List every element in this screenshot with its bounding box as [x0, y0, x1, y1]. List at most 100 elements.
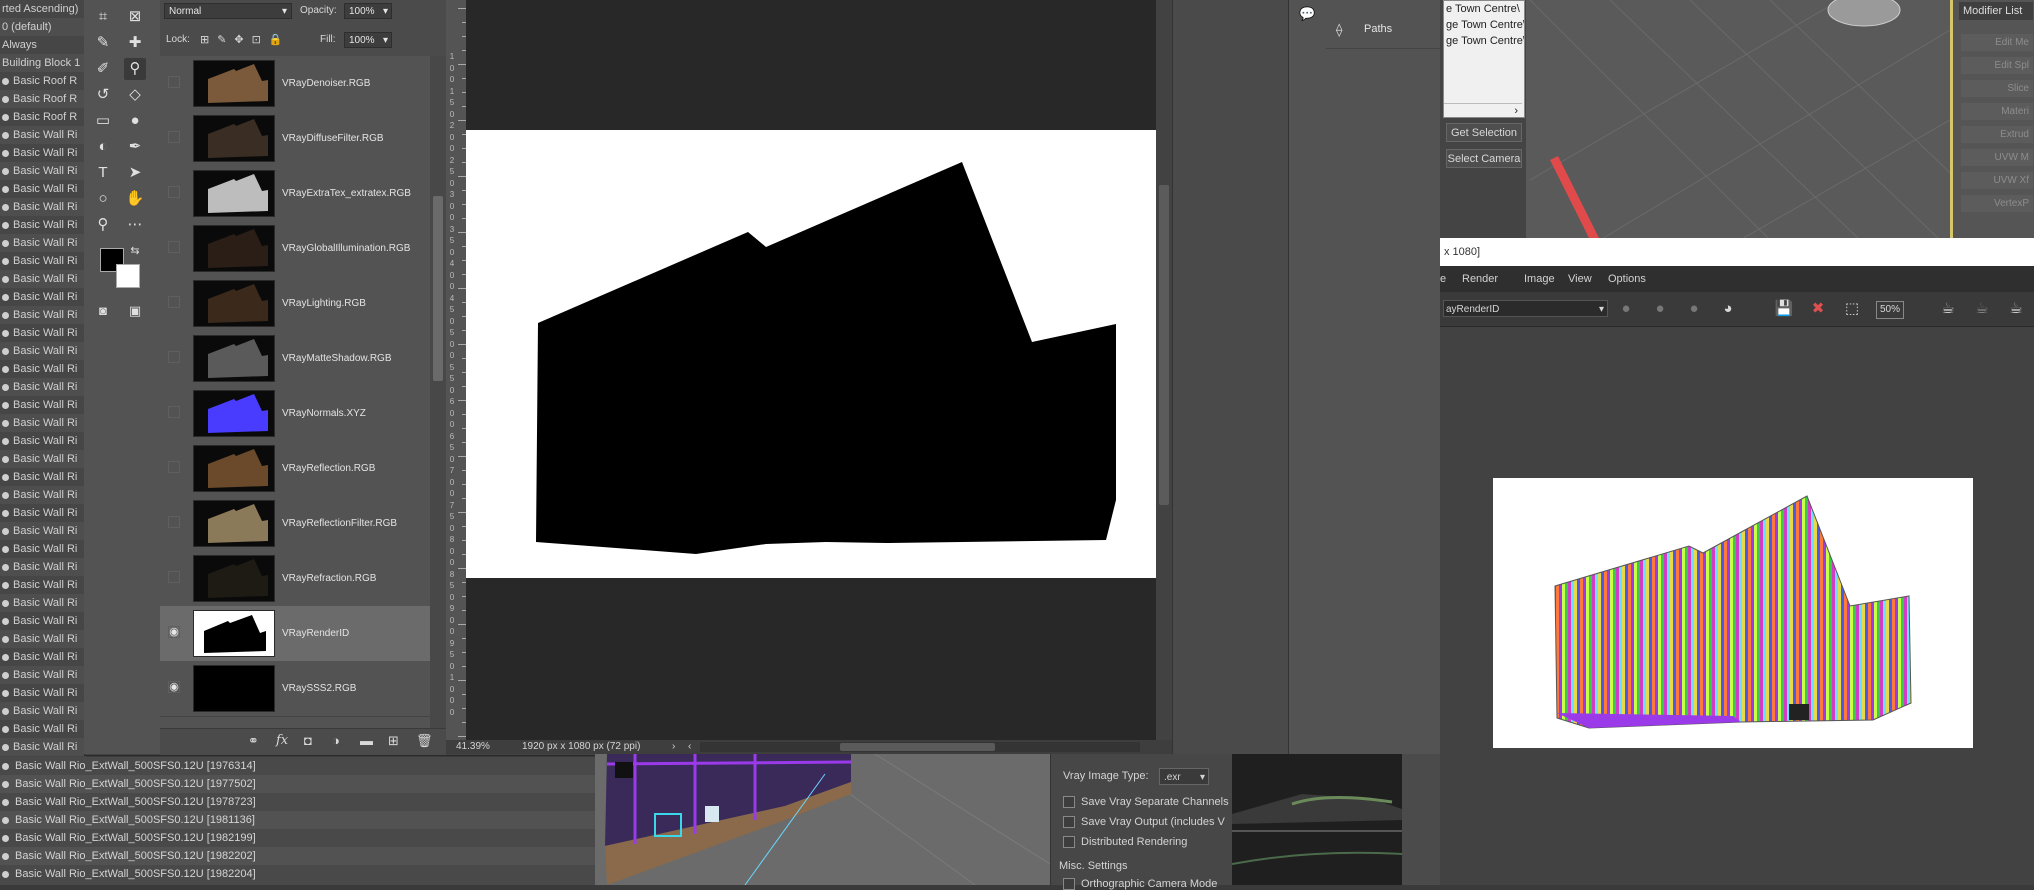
visibility-dot-icon[interactable]: [2, 852, 9, 860]
layer-row[interactable]: VRayReflection.RGB: [160, 441, 430, 497]
new-group-icon[interactable]: ▬: [360, 733, 373, 748]
visibility-dot-icon[interactable]: [2, 437, 9, 445]
zoom-readout[interactable]: 50%: [1876, 301, 1904, 319]
scene-explorer-row[interactable]: Basic Wall Ri: [0, 198, 86, 216]
vfb-render-image[interactable]: [1493, 478, 1973, 748]
brush-icon[interactable]: ✐: [92, 58, 114, 80]
scene-explorer-row[interactable]: Basic Wall Ri: [0, 234, 86, 252]
layer-row[interactable]: VRayMatteShadow.RGB: [160, 331, 430, 387]
scene-explorer-row[interactable]: Basic Wall Ri: [0, 540, 86, 558]
zoom-level[interactable]: 41.39%: [456, 740, 490, 754]
canvas-horizontal-scrollbar[interactable]: [700, 742, 1140, 752]
visibility-dot-icon[interactable]: [2, 113, 9, 121]
visibility-dot-icon[interactable]: [2, 689, 9, 697]
get-selection-button[interactable]: Get Selection: [1446, 123, 1522, 142]
chevron-left-icon[interactable]: ‹: [688, 740, 691, 754]
modifier-button[interactable]: Slice: [1961, 80, 2033, 97]
visibility-dot-icon[interactable]: [2, 185, 9, 193]
visibility-dot-icon[interactable]: [2, 599, 9, 607]
vfb-menu-item[interactable]: Image: [1524, 266, 1555, 292]
scene-explorer-row[interactable]: Basic Wall Ri: [0, 252, 86, 270]
scene-explorer-row[interactable]: Basic Wall Ri: [0, 522, 86, 540]
checkbox[interactable]: [1063, 816, 1075, 829]
visibility-dot-icon[interactable]: [2, 473, 9, 481]
visibility-dot-icon[interactable]: [2, 167, 9, 175]
visibility-dot-icon[interactable]: [2, 581, 9, 589]
checkbox[interactable]: [1063, 836, 1075, 849]
document-canvas[interactable]: [466, 130, 1156, 578]
select-camera-button[interactable]: Select Camera: [1446, 149, 1522, 168]
scene-explorer-row[interactable]: Basic Wall Ri: [0, 162, 86, 180]
canvas-vertical-scrollbar[interactable]: [1156, 0, 1172, 740]
visibility-dot-icon[interactable]: [2, 743, 9, 751]
modifier-button[interactable]: Extrud: [1961, 126, 2033, 143]
scene-explorer-row[interactable]: Basic Wall Ri: [0, 720, 86, 738]
vfb-menu-item[interactable]: Options: [1608, 266, 1646, 292]
scene-explorer-row[interactable]: Basic Wall Ri: [0, 468, 86, 486]
scene-explorer-row[interactable]: Basic Wall Ri: [0, 702, 86, 720]
render-option[interactable]: Save Vray Output (includes V: [1063, 816, 1225, 829]
scene-explorer-row[interactable]: Basic Wall Ri: [0, 648, 86, 666]
gradient-icon[interactable]: ▭: [92, 110, 114, 132]
green-channel-icon[interactable]: ●: [1648, 297, 1672, 321]
type-icon[interactable]: T: [92, 162, 114, 184]
eraser-icon[interactable]: ◇: [124, 84, 146, 106]
visibility-toggle[interactable]: [168, 571, 180, 583]
path-selection-icon[interactable]: ➤: [124, 162, 146, 184]
visibility-dot-icon[interactable]: [2, 617, 9, 625]
visibility-dot-icon[interactable]: [2, 635, 9, 643]
vfb-menu-item[interactable]: View: [1568, 266, 1592, 292]
scene-explorer-row[interactable]: Basic Wall Ri: [0, 432, 86, 450]
save-icon[interactable]: 💾: [1772, 297, 1796, 321]
visibility-dot-icon[interactable]: [2, 419, 9, 427]
scene-explorer-row[interactable]: Basic Wall Ri: [0, 144, 86, 162]
visibility-dot-icon[interactable]: [2, 257, 9, 265]
eye-icon[interactable]: ◉: [168, 681, 180, 693]
background-color-swatch[interactable]: [116, 264, 140, 288]
swap-colors-icon[interactable]: ⇆: [124, 240, 146, 262]
visibility-dot-icon[interactable]: [2, 491, 9, 499]
scene-explorer-row[interactable]: Basic Wall Rio_ExtWall_500SFS0.12U [1976…: [0, 757, 595, 775]
zoom-icon[interactable]: ⚲: [92, 214, 114, 236]
scrollbar-thumb[interactable]: [1159, 185, 1169, 505]
history-brush-icon[interactable]: ↺: [92, 84, 114, 106]
render-teapot-icon[interactable]: ☕: [1936, 297, 1960, 321]
scene-explorer-row[interactable]: Basic Wall Rio_ExtWall_500SFS0.12U [1978…: [0, 793, 595, 811]
layer-row[interactable]: VRayRefraction.RGB: [160, 551, 430, 607]
chevron-right-icon[interactable]: ›: [672, 740, 675, 754]
visibility-dot-icon[interactable]: [2, 509, 9, 517]
blue-channel-icon[interactable]: ●: [1682, 297, 1706, 321]
visibility-dot-icon[interactable]: [2, 311, 9, 319]
visibility-dot-icon[interactable]: [2, 293, 9, 301]
scene-explorer-row[interactable]: Basic Wall Rio_ExtWall_500SFS0.12U [1977…: [0, 775, 595, 793]
crop-icon[interactable]: ⌗: [92, 6, 114, 28]
scene-explorer-row[interactable]: Basic Wall Ri: [0, 216, 86, 234]
visibility-dot-icon[interactable]: [2, 275, 9, 283]
render-option[interactable]: Distributed Rendering: [1063, 836, 1187, 849]
scene-explorer-row[interactable]: Basic Wall Ri: [0, 270, 86, 288]
scene-explorer-row[interactable]: Basic Wall Ri: [0, 306, 86, 324]
visibility-toggle[interactable]: [168, 131, 180, 143]
max-viewport-bottom[interactable]: [595, 753, 1051, 886]
layer-row[interactable]: VRayNormals.XYZ: [160, 386, 430, 442]
clear-icon[interactable]: ✖: [1806, 297, 1830, 321]
scene-explorer-row[interactable]: 0 (default): [0, 18, 86, 36]
blur-icon[interactable]: ●: [124, 110, 146, 132]
list-item[interactable]: ge Town Centre\: [1444, 33, 1524, 49]
scene-explorer-row[interactable]: Basic Wall Ri: [0, 504, 86, 522]
render-channel-select[interactable]: ayRenderID ▾: [1443, 300, 1608, 317]
frame-icon[interactable]: ⊠: [124, 6, 146, 28]
visibility-dot-icon[interactable]: [2, 77, 9, 85]
scrollbar-thumb[interactable]: [840, 743, 995, 751]
visibility-dot-icon[interactable]: [2, 383, 9, 391]
visibility-toggle[interactable]: [168, 76, 180, 88]
scene-explorer-row[interactable]: Basic Wall Ri: [0, 666, 86, 684]
scrollbar-thumb[interactable]: [433, 196, 443, 381]
scene-explorer-row[interactable]: Basic Wall Ri: [0, 342, 86, 360]
add-mask-icon[interactable]: ◘: [304, 733, 312, 748]
comments-icon[interactable]: 💬: [1299, 6, 1315, 22]
layer-row[interactable]: VRayDenoiser.RGB: [160, 56, 430, 112]
lock-icons[interactable]: ⊞✎✥⊡🔒: [200, 32, 291, 48]
layer-row[interactable]: VRayReflectionFilter.RGB: [160, 496, 430, 552]
scene-explorer-row[interactable]: Basic Wall Ri: [0, 558, 86, 576]
